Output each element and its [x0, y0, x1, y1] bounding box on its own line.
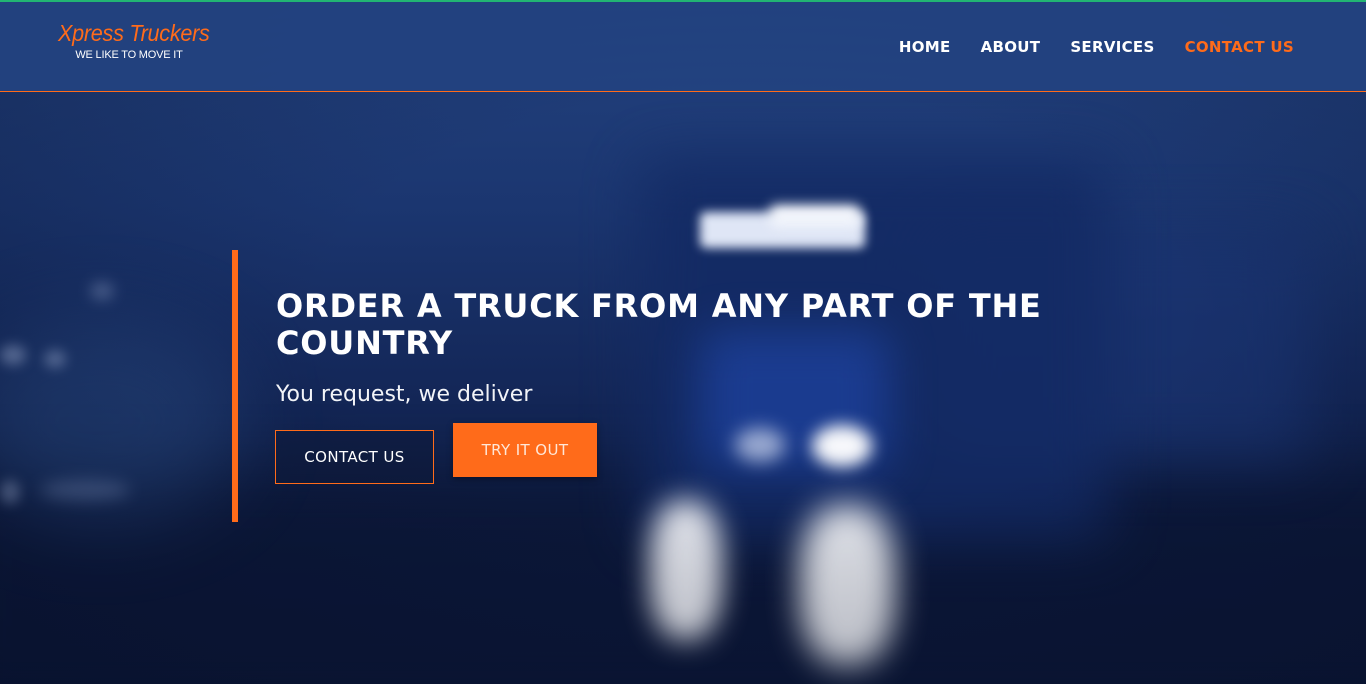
- brand-name: Xpress Truckers: [58, 20, 210, 46]
- nav-item-services[interactable]: SERVICES: [1070, 38, 1154, 56]
- brand-logo[interactable]: Xpress Truckers WE LIKE TO MOVE IT: [58, 20, 228, 61]
- hero-title: ORDER A TRUCK FROM ANY PART OF THE COUNT…: [276, 287, 1042, 362]
- brand-tagline: WE LIKE TO MOVE IT: [75, 49, 183, 61]
- contact-us-button[interactable]: CONTACT US: [275, 430, 434, 484]
- top-accent-line: [0, 0, 1366, 2]
- main-nav: HOME ABOUT SERVICES CONTACT US: [899, 38, 1294, 56]
- hero-subtitle: You request, we deliver: [276, 382, 533, 407]
- nav-item-contact-us[interactable]: CONTACT US: [1185, 38, 1294, 56]
- nav-item-home[interactable]: HOME: [899, 38, 951, 56]
- site-header: Xpress Truckers WE LIKE TO MOVE IT HOME …: [0, 0, 1366, 92]
- hero-accent-bar: [232, 250, 238, 522]
- hero-content: ORDER A TRUCK FROM ANY PART OF THE COUNT…: [276, 287, 1096, 408]
- try-it-out-button[interactable]: TRY IT OUT: [453, 423, 597, 477]
- nav-item-about[interactable]: ABOUT: [981, 38, 1041, 56]
